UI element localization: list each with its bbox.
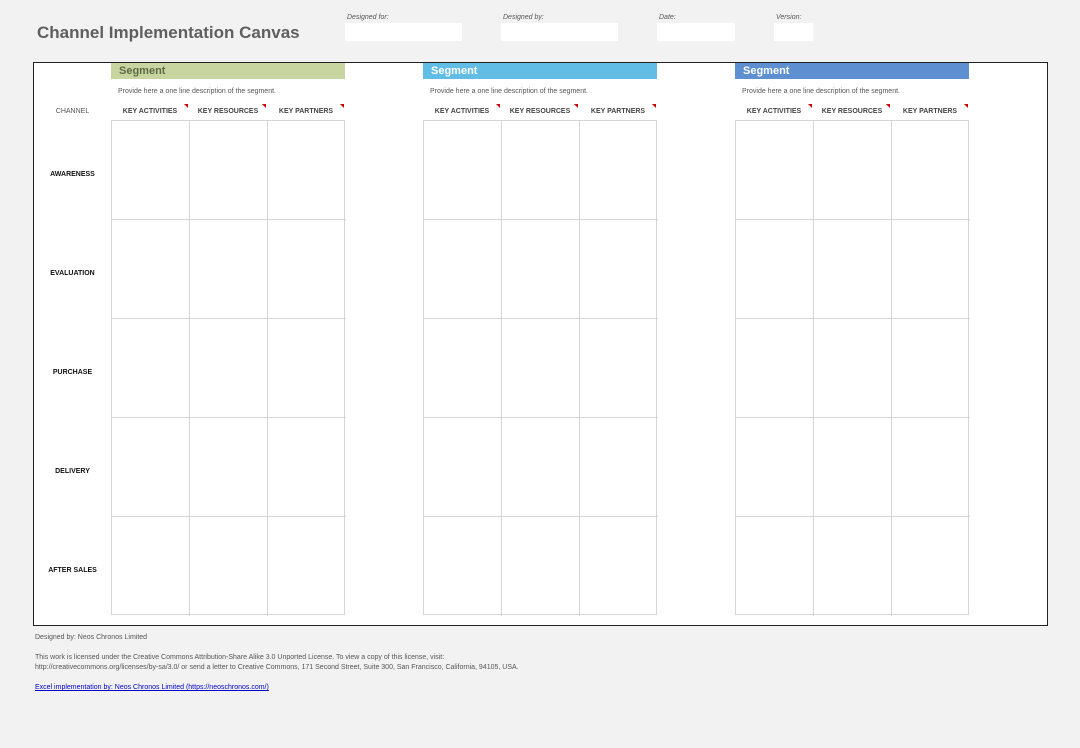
comment-indicator-icon[interactable]	[886, 104, 890, 108]
row-label: AFTER SALES	[48, 567, 97, 574]
canvas-cell[interactable]	[580, 220, 658, 319]
canvas-cell[interactable]	[268, 319, 346, 418]
canvas-cell[interactable]	[814, 220, 892, 319]
canvas-cell[interactable]	[814, 517, 892, 616]
canvas-cell[interactable]	[580, 517, 658, 616]
canvas-cell[interactable]	[190, 319, 268, 418]
date-label: Date:	[659, 14, 676, 21]
canvas-cell[interactable]	[424, 319, 502, 418]
canvas-cell[interactable]	[892, 418, 970, 517]
segment-grid	[423, 120, 658, 616]
column-header: KEY RESOURCES	[509, 108, 571, 115]
canvas-cell[interactable]	[424, 121, 502, 220]
canvas-cell[interactable]	[112, 319, 190, 418]
row-label: PURCHASE	[52, 369, 93, 376]
segment-grid	[735, 120, 970, 616]
comment-indicator-icon[interactable]	[496, 104, 500, 108]
canvas-cell[interactable]	[736, 220, 814, 319]
designed-by-label: Designed by:	[503, 14, 544, 21]
canvas-cell[interactable]	[502, 319, 580, 418]
row-label: DELIVERY	[55, 468, 90, 475]
canvas-cell[interactable]	[502, 418, 580, 517]
comment-indicator-icon[interactable]	[808, 104, 812, 108]
column-header: KEY ACTIVITIES	[434, 108, 490, 115]
footer-license-line1: This work is licensed under the Creative…	[35, 654, 445, 661]
segment-description[interactable]: Provide here a one line description of t…	[742, 88, 900, 95]
version-label: Version:	[776, 14, 802, 21]
column-header: KEY PARTNERS	[278, 108, 334, 115]
column-header: KEY ACTIVITIES	[122, 108, 178, 115]
canvas-cell[interactable]	[892, 319, 970, 418]
comment-indicator-icon[interactable]	[964, 104, 968, 108]
canvas-cell[interactable]	[190, 517, 268, 616]
version-field[interactable]	[774, 23, 813, 41]
canvas-cell[interactable]	[892, 220, 970, 319]
canvas-cell[interactable]	[814, 319, 892, 418]
canvas-cell[interactable]	[892, 121, 970, 220]
segment-header[interactable]: Segment	[423, 63, 657, 79]
canvas-cell[interactable]	[736, 517, 814, 616]
canvas-cell[interactable]	[502, 121, 580, 220]
segment-grid	[111, 120, 346, 616]
column-header: KEY RESOURCES	[821, 108, 883, 115]
canvas-cell[interactable]	[268, 517, 346, 616]
canvas-cell[interactable]	[112, 517, 190, 616]
segment-description[interactable]: Provide here a one line description of t…	[118, 88, 276, 95]
column-header: KEY ACTIVITIES	[746, 108, 802, 115]
designed-by-field[interactable]	[501, 23, 618, 41]
footer-license-line2: http://creativecommons.org/licenses/by-s…	[35, 664, 519, 671]
column-header: KEY RESOURCES	[197, 108, 259, 115]
canvas-cell[interactable]	[112, 418, 190, 517]
column-header: KEY PARTNERS	[590, 108, 646, 115]
row-label: AWARENESS	[50, 171, 95, 178]
canvas-cell[interactable]	[424, 418, 502, 517]
canvas-cell[interactable]	[736, 418, 814, 517]
canvas-cell[interactable]	[190, 121, 268, 220]
canvas-cell[interactable]	[814, 121, 892, 220]
row-label: EVALUATION	[50, 270, 95, 277]
designed-for-field[interactable]	[345, 23, 462, 41]
canvas-cell[interactable]	[814, 418, 892, 517]
canvas-cell[interactable]	[736, 319, 814, 418]
canvas-cell[interactable]	[268, 121, 346, 220]
canvas-cell[interactable]	[190, 418, 268, 517]
segment-header[interactable]: Segment	[111, 63, 345, 79]
canvas-cell[interactable]	[892, 517, 970, 616]
canvas-sheet: CHANNEL AWARENESS EVALUATION PURCHASE DELIV…	[33, 62, 1048, 626]
canvas-cell[interactable]	[502, 220, 580, 319]
canvas-cell[interactable]	[502, 517, 580, 616]
canvas-cell[interactable]	[268, 418, 346, 517]
segment-description[interactable]: Provide here a one line description of t…	[430, 88, 588, 95]
segment-header[interactable]: Segment	[735, 63, 969, 79]
canvas-cell[interactable]	[736, 121, 814, 220]
canvas-cell[interactable]	[268, 220, 346, 319]
comment-indicator-icon[interactable]	[262, 104, 266, 108]
date-field[interactable]	[657, 23, 735, 41]
canvas-cell[interactable]	[580, 319, 658, 418]
designed-for-label: Designed for:	[347, 14, 389, 21]
comment-indicator-icon[interactable]	[340, 104, 344, 108]
canvas-cell[interactable]	[112, 220, 190, 319]
comment-indicator-icon[interactable]	[652, 104, 656, 108]
canvas-cell[interactable]	[580, 418, 658, 517]
channel-header: CHANNEL	[55, 108, 90, 115]
footer-designed-by: Designed by: Neos Chronos Limited	[35, 634, 148, 641]
page-title: Channel Implementation Canvas	[37, 23, 300, 42]
canvas-cell[interactable]	[580, 121, 658, 220]
canvas-cell[interactable]	[424, 517, 502, 616]
comment-indicator-icon[interactable]	[184, 104, 188, 108]
canvas-cell[interactable]	[190, 220, 268, 319]
canvas-cell[interactable]	[424, 220, 502, 319]
canvas-cell[interactable]	[112, 121, 190, 220]
comment-indicator-icon[interactable]	[574, 104, 578, 108]
column-header: KEY PARTNERS	[902, 108, 958, 115]
footer-credit-link[interactable]: Excel implementation by: Neos Chronos Li…	[35, 684, 269, 691]
